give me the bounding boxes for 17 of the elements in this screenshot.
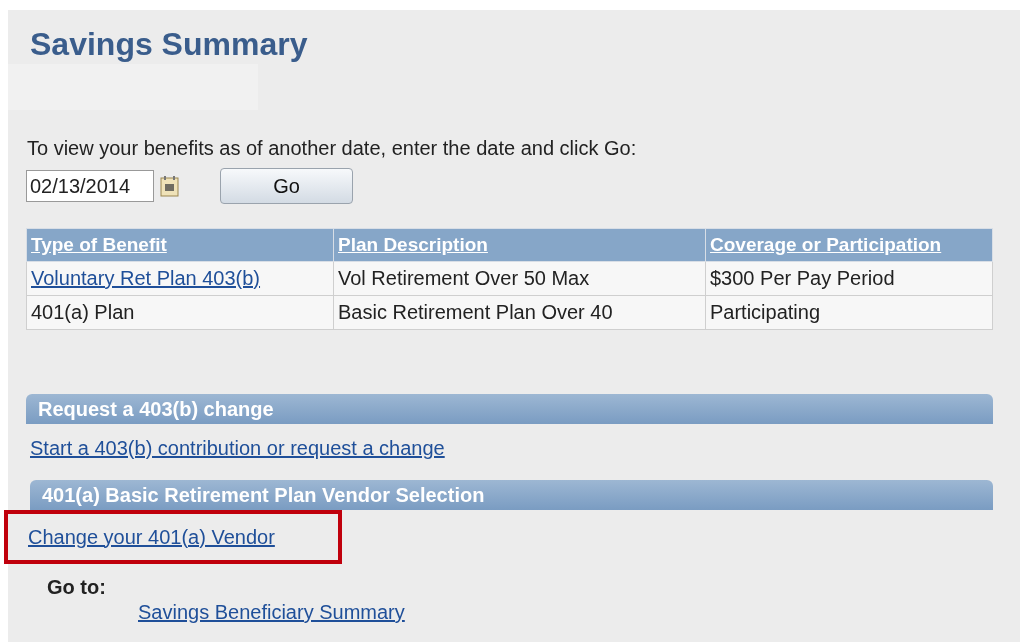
section-link[interactable]: Start a 403(b) contribution or request a change [30, 436, 445, 460]
table-cell: Participating [705, 295, 993, 330]
section-header: Request a 403(b) change [26, 394, 993, 424]
goto-link[interactable]: Savings Beneficiary Summary [138, 601, 405, 623]
date-field[interactable]: 02/13/2014 [26, 170, 154, 202]
section-header: 401(a) Basic Retirement Plan Vendor Selection [30, 480, 993, 510]
benefit-link[interactable]: Voluntary Ret Plan 403(b) [31, 267, 261, 289]
table-cell: Basic Retirement Plan Over 40 [333, 295, 706, 330]
date-prompt: To view your benefits as of another date, enter the date and click Go: [27, 136, 638, 160]
goto-label: Go to: [47, 576, 107, 599]
table-cell: Vol Retirement Over 50 Max [333, 261, 706, 296]
table-cell: $300 Per Pay Period [705, 261, 993, 296]
go-button[interactable]: Go [220, 168, 353, 204]
calendar-icon[interactable] [160, 175, 180, 197]
section-link[interactable]: Change your 401(a) Vendor [28, 525, 275, 549]
table-cell: 401(a) Plan [26, 295, 334, 330]
page-title: Savings Summary [30, 25, 309, 64]
